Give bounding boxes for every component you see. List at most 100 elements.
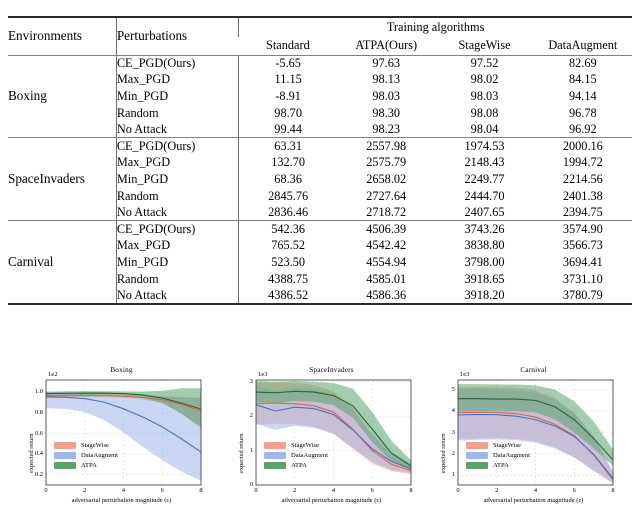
perturbation-name: CE_PGD(Ours) — [115, 55, 239, 72]
metric-value: 2000.16 — [562, 139, 603, 154]
table-header: Environments Perturbations Training algo… — [8, 17, 632, 55]
metric-value: 3798.00 — [464, 254, 505, 269]
metric-value: 2444.70 — [464, 188, 505, 203]
metric-value: 3731.10 — [562, 271, 603, 286]
perturbation-name: Max_PGD — [115, 71, 239, 89]
metric-value: 97.52 — [470, 56, 499, 71]
metric-value: 1974.53 — [464, 139, 505, 154]
metric-value: 98.02 — [470, 72, 499, 87]
header-col-stagewise: StageWise — [458, 38, 511, 53]
table-row: SpaceInvaders CE_PGD(Ours) 63.31 2557.98 197… — [8, 137, 632, 186]
table-row: Carnival CE_PGD(Ours) 542.36 4506.39 3743.26… — [8, 220, 632, 269]
header-environments: Environments — [8, 28, 82, 44]
plot-area — [45, 379, 202, 486]
charts-row: Boxing 1e2 expected return adversarial pert… — [0, 360, 640, 515]
legend-label: ATPA — [291, 462, 307, 469]
legend-label: StageWise — [81, 442, 109, 449]
legend-label: StageWise — [291, 442, 319, 449]
metric-value: 96.92 — [569, 121, 597, 136]
chart-legend: StageWise DataAugment ATPA — [264, 442, 328, 472]
header-row-group: Environments Perturbations Training algo… — [8, 17, 632, 55]
environment-name: Boxing — [8, 88, 47, 104]
metric-value: 2575.79 — [366, 155, 407, 170]
header-col-standard: Standard — [266, 38, 310, 53]
metric-value: 2557.98 — [366, 139, 407, 154]
legend-item-stagewise[interactable]: StageWise — [466, 442, 530, 449]
metric-value: 98.08 — [470, 105, 499, 120]
legend-item-dataaugment[interactable]: DataAugment — [264, 452, 328, 459]
perturbation-name: Random — [115, 270, 239, 288]
metric-value: 63.31 — [238, 137, 338, 155]
legend-item-atpa[interactable]: ATPA — [264, 462, 328, 469]
metric-value: 2718.72 — [366, 204, 407, 219]
perturbation-name: Random — [115, 104, 239, 122]
legend-swatch-icon — [54, 452, 76, 459]
metric-value: 523.50 — [238, 254, 338, 271]
metric-value: 2214.56 — [562, 171, 603, 186]
metric-value: 2836.46 — [238, 204, 338, 221]
metric-value: 98.30 — [372, 105, 401, 120]
metric-value: 82.69 — [569, 56, 597, 71]
perturbation-name: Min_PGD — [115, 171, 239, 188]
legend-item-dataaugment[interactable]: DataAugment — [466, 452, 530, 459]
metric-value: 3918.65 — [464, 271, 505, 286]
chart-boxing: Boxing 1e2 expected return adversarial pert… — [20, 360, 223, 515]
plot-area — [255, 379, 412, 486]
table-row: Boxing CE_PGD(Ours) -5.65 97.63 97.52 82.69 — [8, 55, 632, 103]
header-col-atpa: ATPA(Ours) — [355, 38, 418, 53]
metric-value: 96.78 — [569, 105, 597, 120]
header-training-algorithms: Training algorithms — [238, 17, 632, 37]
metric-value: 542.36 — [238, 220, 338, 238]
metric-value: 99.44 — [238, 121, 338, 138]
legend-label: ATPA — [81, 462, 97, 469]
legend-swatch-icon — [264, 442, 286, 449]
metric-value: 98.04 — [470, 121, 499, 136]
legend-label: DataAugment — [291, 452, 328, 459]
header-col-dataaugment: DataAugment — [548, 38, 618, 53]
perturbation-name: No Attack — [115, 121, 239, 138]
legend-item-atpa[interactable]: ATPA — [54, 462, 118, 469]
metric-value: 2148.43 — [464, 155, 505, 170]
metric-value: 4386.52 — [238, 287, 338, 304]
chart-legend: StageWise DataAugment ATPA — [466, 442, 530, 472]
metric-value: 11.15 — [238, 71, 338, 89]
table-body: Boxing CE_PGD(Ours) -5.65 97.63 97.52 82.69 Ma… — [8, 55, 632, 304]
environment-name: Carnival — [8, 254, 54, 270]
metric-value: 3694.41 — [562, 254, 603, 269]
chart-legend: StageWise DataAugment ATPA — [54, 442, 118, 472]
legend-label: StageWise — [493, 442, 521, 449]
perturbation-name: Min_PGD — [115, 254, 239, 271]
metric-value: -5.65 — [238, 55, 338, 72]
metric-value: 765.52 — [238, 237, 338, 255]
metric-value: 2727.64 — [366, 188, 407, 203]
metric-value: 4586.36 — [366, 287, 407, 302]
metric-value: 2407.65 — [464, 204, 505, 219]
metric-value: 3743.26 — [464, 221, 505, 236]
metric-value: 2249.77 — [464, 171, 505, 186]
metric-value: 98.13 — [372, 72, 401, 87]
legend-swatch-icon — [54, 442, 76, 449]
header-perturbations: Perturbations — [115, 17, 239, 55]
perturbation-name: CE_PGD(Ours) — [115, 137, 239, 155]
legend-swatch-icon — [466, 462, 488, 469]
metric-value: 68.36 — [238, 171, 338, 188]
metric-value: 3918.20 — [464, 287, 505, 302]
metric-value: 3574.90 — [562, 221, 603, 236]
legend-item-stagewise[interactable]: StageWise — [264, 442, 328, 449]
environment-name: SpaceInvaders — [8, 171, 85, 187]
metric-value: 4506.39 — [366, 221, 407, 236]
metric-value: 98.03 — [372, 88, 401, 103]
legend-label: ATPA — [493, 462, 509, 469]
legend-item-atpa[interactable]: ATPA — [466, 462, 530, 469]
perturbation-name: Max_PGD — [115, 154, 239, 172]
legend-swatch-icon — [54, 462, 76, 469]
metric-value: 2394.75 — [562, 204, 603, 219]
perturbation-name: Random — [115, 187, 239, 205]
perturbation-name: Max_PGD — [115, 237, 239, 255]
metric-value: 4388.75 — [238, 270, 338, 288]
metric-value: 3780.79 — [562, 287, 603, 302]
legend-item-dataaugment[interactable]: DataAugment — [54, 452, 118, 459]
legend-item-stagewise[interactable]: StageWise — [54, 442, 118, 449]
chart-spaceinvaders: SpaceInvaders 1e3 expected return adversari… — [230, 360, 433, 515]
metric-value: 4542.42 — [366, 238, 407, 253]
